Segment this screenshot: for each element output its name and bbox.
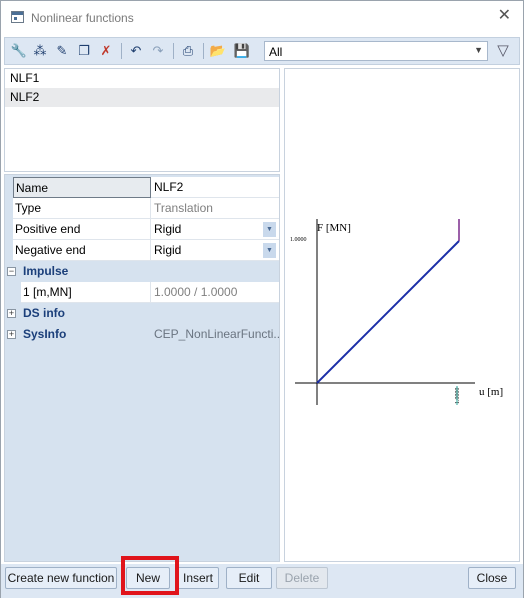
impulse-value[interactable]: 1.0000 / 1.0000 (151, 282, 279, 303)
group-label: Impulse (23, 264, 69, 278)
group-label: SysInfo (23, 327, 67, 341)
close-icon[interactable]: ✕ (498, 7, 511, 25)
negative-end-select[interactable]: Rigid ▼ (151, 240, 279, 261)
chevron-down-icon[interactable]: ▼ (474, 45, 483, 55)
collapse-icon[interactable]: − (7, 267, 16, 276)
property-row-positive-end: Positive end Rigid ▼ (5, 219, 279, 240)
highlight-box (121, 556, 179, 595)
positive-end-value: Rigid (154, 222, 182, 236)
save-icon[interactable]: 💾 (233, 42, 251, 60)
toolbar: 🔧 ⁂ ✎ ❐ ✗ ↶ ↷ ⎙ 📂 💾 All ▼ ▽ (4, 37, 520, 65)
toolbar-separator (203, 43, 204, 59)
y-axis-label: F [MN] (317, 222, 351, 234)
positive-end-select[interactable]: Rigid ▼ (151, 219, 279, 240)
open-folder-icon[interactable]: 📂 (209, 42, 227, 60)
list-item[interactable]: NLF1 (5, 69, 279, 88)
group-impulse: − Impulse (5, 261, 279, 282)
create-new-function-button[interactable]: Create new function (5, 567, 117, 589)
toolbar-separator (121, 43, 122, 59)
chevron-down-icon[interactable]: ▼ (263, 222, 276, 237)
filter-icon[interactable]: ▽ (493, 41, 513, 61)
function-graph: F [MN] u [m] 1.0000 1.0000 (284, 68, 520, 562)
negative-end-value: Rigid (154, 243, 182, 257)
group-ds-info: + DS info (5, 303, 279, 324)
series-line (316, 240, 460, 384)
copy-icon[interactable]: ❐ (75, 42, 93, 60)
function-list: NLF1 NLF2 (4, 68, 280, 172)
graph-svg: F [MN] u [m] 1.0000 1.0000 (290, 219, 503, 405)
property-label: Type (13, 198, 151, 219)
x-axis-label: u [m] (479, 386, 503, 398)
property-label: Name (13, 177, 151, 198)
y-tick-label: 1.0000 (290, 237, 307, 243)
name-field[interactable]: NLF2 (151, 177, 279, 198)
chevron-down-icon[interactable]: ▼ (263, 243, 276, 258)
property-row-negative-end: Negative end Rigid ▼ (5, 240, 279, 261)
property-row-name: Name NLF2 (5, 177, 279, 198)
property-label: Negative end (13, 240, 151, 261)
delete-icon[interactable]: ✗ (97, 42, 115, 60)
toolbar-separator (173, 43, 174, 59)
property-label: Positive end (13, 219, 151, 240)
button-bar: Create new function New Insert Edit Dele… (1, 564, 523, 598)
type-value: Translation (151, 198, 279, 219)
x-tick-label: 1.0000 (455, 388, 461, 405)
pencil-icon[interactable]: ✎ (53, 42, 71, 60)
filter-combobox[interactable]: All ▼ (264, 41, 488, 61)
expand-icon[interactable]: + (7, 309, 16, 318)
insert-button[interactable]: Insert (177, 567, 219, 589)
close-button[interactable]: Close (468, 567, 516, 589)
network-icon[interactable]: ⁂ (31, 42, 49, 60)
title-bar: Nonlinear functions ✕ (1, 1, 523, 33)
edit-button[interactable]: Edit (226, 567, 272, 589)
property-grid: Name NLF2 Type Translation Positive end … (4, 174, 280, 562)
property-label: 1 [m,MN] (21, 282, 151, 303)
function-icon[interactable]: 🔧 (10, 42, 28, 60)
filter-value: All (269, 45, 283, 59)
sysinfo-value: CEP_NonLinearFuncti... (154, 327, 279, 341)
group-label: DS info (23, 306, 65, 320)
group-sysinfo: + SysInfo CEP_NonLinearFuncti... (5, 324, 279, 345)
delete-button[interactable]: Delete (276, 567, 328, 589)
property-row-impulse: 1 [m,MN] 1.0000 / 1.0000 (5, 282, 279, 303)
expand-icon[interactable]: + (7, 330, 16, 339)
app-icon (11, 11, 24, 23)
dialog-window: Nonlinear functions ✕ 🔧 ⁂ ✎ ❐ ✗ ↶ ↷ ⎙ 📂 … (0, 0, 524, 598)
redo-icon[interactable]: ↷ (149, 42, 167, 60)
list-item-selected[interactable]: NLF2 (5, 88, 279, 107)
print-icon[interactable]: ⎙ (179, 42, 197, 60)
property-row-type: Type Translation (5, 198, 279, 219)
undo-icon[interactable]: ↶ (127, 42, 145, 60)
window-title: Nonlinear functions (31, 11, 134, 25)
